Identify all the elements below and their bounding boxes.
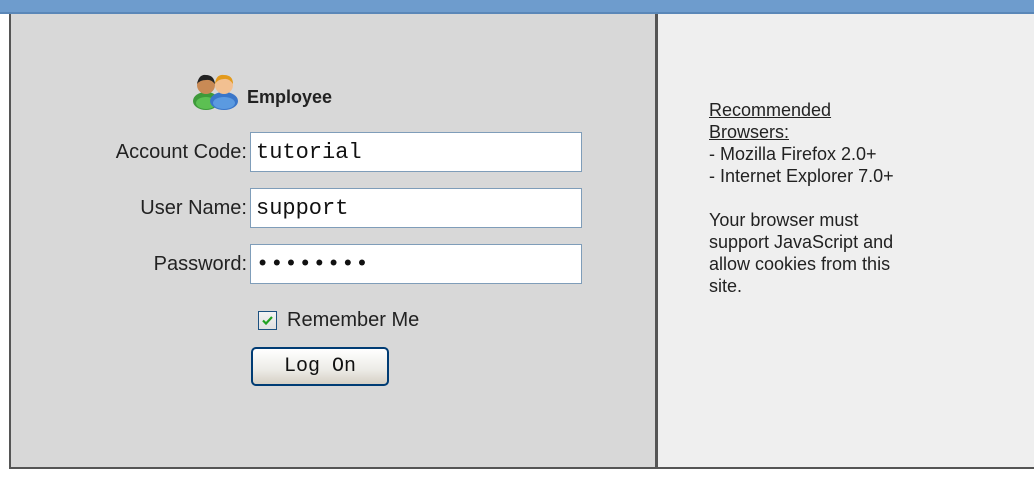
user-name-input[interactable] xyxy=(250,188,582,228)
user-name-row: User Name: xyxy=(11,188,655,228)
remember-me[interactable]: Remember Me xyxy=(258,309,419,332)
recommended-heading-line1: Recommended xyxy=(709,100,832,120)
login-pane: Employee Account Code: User Name: Passwo… xyxy=(11,14,658,467)
account-code-label: Account Code: xyxy=(115,141,247,163)
password-label: Password: xyxy=(153,253,247,275)
browser-item-ie: - Internet Explorer 7.0+ xyxy=(709,166,894,186)
log-on-button[interactable]: Log On xyxy=(251,347,389,386)
login-frame: Employee Account Code: User Name: Passwo… xyxy=(9,14,1034,469)
recommended-heading-line2: Browsers: xyxy=(709,122,790,142)
account-code-input[interactable] xyxy=(250,132,582,172)
browser-info: Recommended Browsers: - Mozilla Firefox … xyxy=(709,99,979,297)
notice-line: Your browser must xyxy=(709,210,859,230)
account-code-row: Account Code: xyxy=(11,132,655,172)
notice-line: site. xyxy=(709,276,743,296)
password-input[interactable] xyxy=(250,244,582,284)
password-row: Password: xyxy=(11,244,655,284)
users-icon xyxy=(193,74,238,110)
checkmark-icon xyxy=(262,316,273,326)
remember-me-label: Remember Me xyxy=(287,309,420,331)
employee-label: Employee xyxy=(247,87,333,107)
browser-item-firefox: - Mozilla Firefox 2.0+ xyxy=(709,144,877,164)
notice-line: support JavaScript and xyxy=(709,232,894,252)
top-bar xyxy=(0,0,1034,14)
employee-header: Employee xyxy=(191,70,332,110)
browser-info-pane: Recommended Browsers: - Mozilla Firefox … xyxy=(658,14,1034,467)
notice-line: allow cookies from this xyxy=(709,254,891,274)
user-name-label: User Name: xyxy=(140,197,247,219)
remember-me-checkbox[interactable] xyxy=(258,311,277,330)
